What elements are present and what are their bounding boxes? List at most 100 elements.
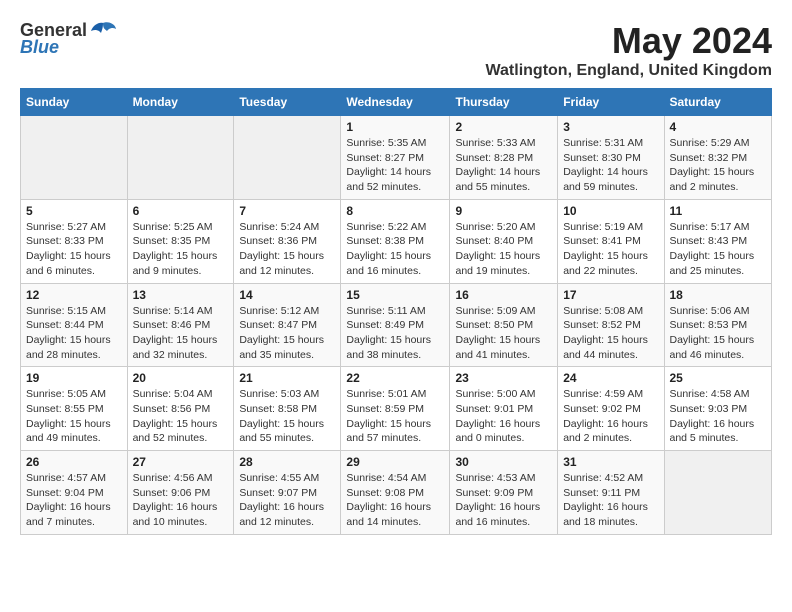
calendar-cell: 3Sunrise: 5:31 AM Sunset: 8:30 PM Daylig… — [558, 116, 664, 200]
day-number: 9 — [455, 204, 552, 218]
day-number: 24 — [563, 371, 658, 385]
calendar-cell — [127, 116, 234, 200]
weekday-header-thursday: Thursday — [450, 89, 558, 116]
calendar-cell: 4 Sunrise: 5:29 AM Sunset: 8:32 PM Daylig… — [664, 116, 772, 200]
calendar-week-row: 5Sunrise: 5:27 AM Sunset: 8:33 PM Daylig… — [21, 199, 772, 283]
day-number: 17 — [563, 288, 658, 302]
calendar-week-row: 19 Sunrise: 5:05 AM Sunset: 8:55 PM Dayli… — [21, 367, 772, 451]
weekday-header-sunday: Sunday — [21, 89, 128, 116]
day-number: 25 — [670, 371, 767, 385]
calendar-cell: 28 Sunrise: 4:55 AM Sunset: 9:07 PM Dayli… — [234, 451, 341, 535]
day-number: 22 — [346, 371, 444, 385]
day-info: Sunrise: 5:29 AM Sunset: 8:32 PM Dayligh… — [670, 136, 767, 195]
day-number: 8 — [346, 204, 444, 218]
calendar-cell: 7 Sunrise: 5:24 AM Sunset: 8:36 PM Daylig… — [234, 199, 341, 283]
day-info: Sunrise: 5:33 AM Sunset: 8:28 PM Dayligh… — [455, 136, 552, 195]
day-info: Sunrise: 4:56 AM Sunset: 9:06 PM Dayligh… — [133, 471, 229, 530]
calendar-cell — [21, 116, 128, 200]
day-number: 28 — [239, 455, 335, 469]
logo: General Blue — [20, 20, 117, 58]
calendar-cell: 8 Sunrise: 5:22 AM Sunset: 8:38 PM Daylig… — [341, 199, 450, 283]
day-info: Sunrise: 5:12 AM Sunset: 8:47 PM Dayligh… — [239, 304, 335, 363]
day-info: Sunrise: 4:57 AM Sunset: 9:04 PM Dayligh… — [26, 471, 122, 530]
calendar-cell: 31 Sunrise: 4:52 AM Sunset: 9:11 PM Dayli… — [558, 451, 664, 535]
day-info: Sunrise: 4:55 AM Sunset: 9:07 PM Dayligh… — [239, 471, 335, 530]
day-number: 11 — [670, 204, 767, 218]
calendar-cell: 29Sunrise: 4:54 AM Sunset: 9:08 PM Dayli… — [341, 451, 450, 535]
calendar-cell: 6Sunrise: 5:25 AM Sunset: 8:35 PM Daylig… — [127, 199, 234, 283]
day-info: Sunrise: 5:04 AM Sunset: 8:56 PM Dayligh… — [133, 387, 229, 446]
calendar-week-row: 26Sunrise: 4:57 AM Sunset: 9:04 PM Dayli… — [21, 451, 772, 535]
day-info: Sunrise: 5:17 AM Sunset: 8:43 PM Dayligh… — [670, 220, 767, 279]
calendar-cell: 10Sunrise: 5:19 AM Sunset: 8:41 PM Dayli… — [558, 199, 664, 283]
calendar-cell: 17 Sunrise: 5:08 AM Sunset: 8:52 PM Dayli… — [558, 283, 664, 367]
day-number: 18 — [670, 288, 767, 302]
day-number: 31 — [563, 455, 658, 469]
calendar-cell: 30 Sunrise: 4:53 AM Sunset: 9:09 PM Dayli… — [450, 451, 558, 535]
month-title: May 2024 — [486, 20, 772, 62]
calendar-cell: 19 Sunrise: 5:05 AM Sunset: 8:55 PM Dayli… — [21, 367, 128, 451]
weekday-header-row: SundayMondayTuesdayWednesdayThursdayFrid… — [21, 89, 772, 116]
page-header: General Blue May 2024 Watlington, Englan… — [20, 20, 772, 80]
day-number: 20 — [133, 371, 229, 385]
location-title: Watlington, England, United Kingdom — [486, 62, 772, 80]
calendar-cell: 23Sunrise: 5:00 AM Sunset: 9:01 PM Dayli… — [450, 367, 558, 451]
weekday-header-friday: Friday — [558, 89, 664, 116]
day-number: 13 — [133, 288, 229, 302]
calendar-cell: 24 Sunrise: 4:59 AM Sunset: 9:02 PM Dayli… — [558, 367, 664, 451]
calendar-cell — [664, 451, 772, 535]
calendar-cell: 2Sunrise: 5:33 AM Sunset: 8:28 PM Daylig… — [450, 116, 558, 200]
day-info: Sunrise: 5:03 AM Sunset: 8:58 PM Dayligh… — [239, 387, 335, 446]
day-info: Sunrise: 5:22 AM Sunset: 8:38 PM Dayligh… — [346, 220, 444, 279]
day-number: 1 — [346, 120, 444, 134]
day-info: Sunrise: 4:59 AM Sunset: 9:02 PM Dayligh… — [563, 387, 658, 446]
day-info: Sunrise: 5:09 AM Sunset: 8:50 PM Dayligh… — [455, 304, 552, 363]
day-number: 27 — [133, 455, 229, 469]
day-info: Sunrise: 4:52 AM Sunset: 9:11 PM Dayligh… — [563, 471, 658, 530]
calendar-cell — [234, 116, 341, 200]
calendar-cell: 15 Sunrise: 5:11 AM Sunset: 8:49 PM Dayli… — [341, 283, 450, 367]
day-number: 29 — [346, 455, 444, 469]
day-info: Sunrise: 4:58 AM Sunset: 9:03 PM Dayligh… — [670, 387, 767, 446]
calendar-cell: 25 Sunrise: 4:58 AM Sunset: 9:03 PM Dayli… — [664, 367, 772, 451]
calendar-cell: 14 Sunrise: 5:12 AM Sunset: 8:47 PM Dayli… — [234, 283, 341, 367]
day-number: 30 — [455, 455, 552, 469]
day-info: Sunrise: 5:01 AM Sunset: 8:59 PM Dayligh… — [346, 387, 444, 446]
weekday-header-saturday: Saturday — [664, 89, 772, 116]
day-info: Sunrise: 5:00 AM Sunset: 9:01 PM Dayligh… — [455, 387, 552, 446]
day-info: Sunrise: 5:08 AM Sunset: 8:52 PM Dayligh… — [563, 304, 658, 363]
day-number: 4 — [670, 120, 767, 134]
calendar-week-row: 12 Sunrise: 5:15 AM Sunset: 8:44 PM Dayli… — [21, 283, 772, 367]
calendar-table: SundayMondayTuesdayWednesdayThursdayFrid… — [20, 88, 772, 535]
day-number: 12 — [26, 288, 122, 302]
day-info: Sunrise: 5:25 AM Sunset: 8:35 PM Dayligh… — [133, 220, 229, 279]
day-info: Sunrise: 5:14 AM Sunset: 8:46 PM Dayligh… — [133, 304, 229, 363]
day-info: Sunrise: 5:24 AM Sunset: 8:36 PM Dayligh… — [239, 220, 335, 279]
day-info: Sunrise: 5:05 AM Sunset: 8:55 PM Dayligh… — [26, 387, 122, 446]
day-info: Sunrise: 5:15 AM Sunset: 8:44 PM Dayligh… — [26, 304, 122, 363]
calendar-cell: 20 Sunrise: 5:04 AM Sunset: 8:56 PM Dayli… — [127, 367, 234, 451]
calendar-cell: 9Sunrise: 5:20 AM Sunset: 8:40 PM Daylig… — [450, 199, 558, 283]
calendar-cell: 11 Sunrise: 5:17 AM Sunset: 8:43 PM Dayli… — [664, 199, 772, 283]
title-block: May 2024 Watlington, England, United Kin… — [486, 20, 772, 80]
day-number: 10 — [563, 204, 658, 218]
logo-bird-icon — [89, 21, 117, 41]
calendar-cell: 5Sunrise: 5:27 AM Sunset: 8:33 PM Daylig… — [21, 199, 128, 283]
calendar-cell: 12 Sunrise: 5:15 AM Sunset: 8:44 PM Dayli… — [21, 283, 128, 367]
day-info: Sunrise: 5:27 AM Sunset: 8:33 PM Dayligh… — [26, 220, 122, 279]
calendar-week-row: 1Sunrise: 5:35 AM Sunset: 8:27 PM Daylig… — [21, 116, 772, 200]
day-info: Sunrise: 5:11 AM Sunset: 8:49 PM Dayligh… — [346, 304, 444, 363]
calendar-cell: 22 Sunrise: 5:01 AM Sunset: 8:59 PM Dayli… — [341, 367, 450, 451]
calendar-cell: 18 Sunrise: 5:06 AM Sunset: 8:53 PM Dayli… — [664, 283, 772, 367]
day-number: 14 — [239, 288, 335, 302]
day-number: 16 — [455, 288, 552, 302]
weekday-header-tuesday: Tuesday — [234, 89, 341, 116]
calendar-cell: 16 Sunrise: 5:09 AM Sunset: 8:50 PM Dayli… — [450, 283, 558, 367]
day-info: Sunrise: 4:53 AM Sunset: 9:09 PM Dayligh… — [455, 471, 552, 530]
day-number: 7 — [239, 204, 335, 218]
day-number: 15 — [346, 288, 444, 302]
day-number: 3 — [563, 120, 658, 134]
day-info: Sunrise: 5:06 AM Sunset: 8:53 PM Dayligh… — [670, 304, 767, 363]
day-number: 19 — [26, 371, 122, 385]
weekday-header-monday: Monday — [127, 89, 234, 116]
